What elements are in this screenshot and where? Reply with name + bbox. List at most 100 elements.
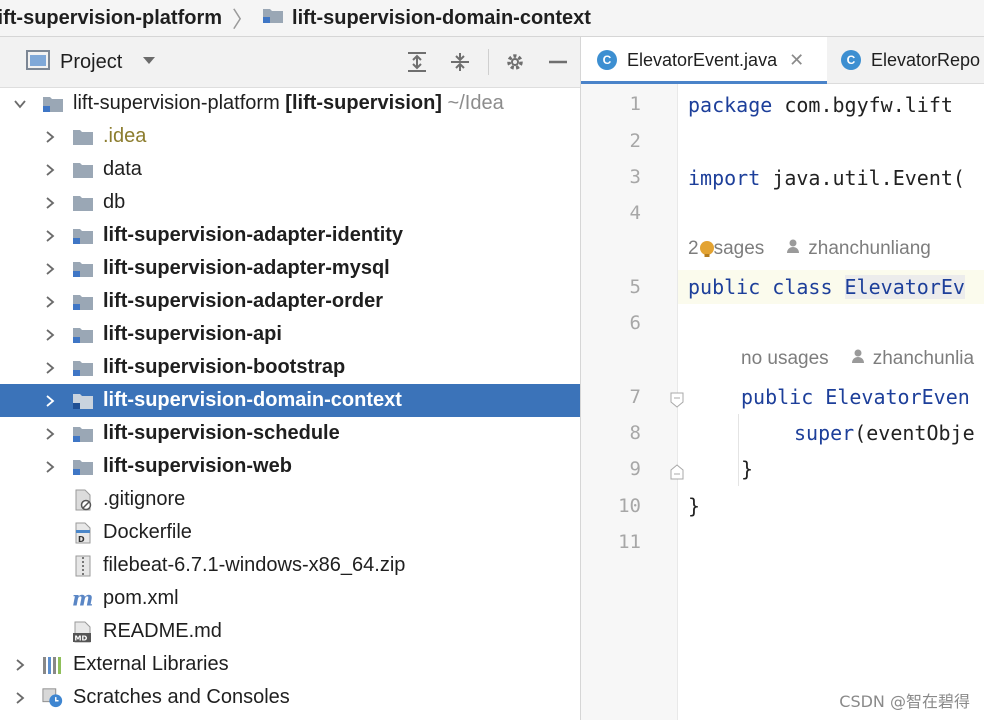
line-number: 7 <box>629 386 641 408</box>
no-usages-inlay[interactable]: no usages zhanchunlia <box>741 344 974 374</box>
chevron-right-icon[interactable] <box>42 129 58 145</box>
line-number: 10 <box>618 495 641 517</box>
tree-item-schedule[interactable]: lift-supervision-schedule <box>0 417 580 450</box>
breadcrumb-project[interactable]: lift-supervision-platform <box>0 7 222 30</box>
code-text: (eventObje <box>854 421 975 445</box>
line-number: 1 <box>629 93 641 115</box>
line-number: 4 <box>629 202 641 224</box>
tree-item-external-libraries[interactable]: External Libraries <box>0 648 580 681</box>
tree-item-label: README.md <box>103 620 222 642</box>
module-folder-icon <box>72 324 94 346</box>
tree-item-label: lift-supervision-adapter-mysql <box>103 257 390 279</box>
author-name: zhanchunlia <box>872 348 975 369</box>
tab-label: ElevatorEvent.java <box>627 49 778 70</box>
close-icon[interactable]: ✕ <box>789 50 804 71</box>
collapse-all-icon[interactable] <box>447 49 473 75</box>
module-folder-icon <box>42 93 64 115</box>
tree-item-label: .idea <box>103 125 147 147</box>
dockerfile-icon: D <box>72 522 94 544</box>
tree-item-label: lift-supervision-schedule <box>103 422 340 444</box>
tree-item-label: Dockerfile <box>103 521 192 543</box>
hide-panel-icon[interactable] <box>545 49 571 75</box>
code-text: com.bgyfw.lift <box>772 93 953 117</box>
project-tool-window: Project lift-supervision-platform [lift-… <box>0 37 581 720</box>
tree-item-idea[interactable]: .idea <box>0 120 580 153</box>
line-number: 11 <box>618 531 641 553</box>
author-name: zhanchunliang <box>808 238 931 259</box>
svg-text:MD: MD <box>75 634 88 642</box>
chevron-right-icon[interactable] <box>42 327 58 343</box>
tree-item-web[interactable]: lift-supervision-web <box>0 450 580 483</box>
module-folder-icon <box>72 291 94 313</box>
gear-icon[interactable] <box>502 49 528 75</box>
chevron-right-icon[interactable] <box>42 459 58 475</box>
chevron-right-icon[interactable] <box>42 294 58 310</box>
chevron-right-icon[interactable] <box>42 426 58 442</box>
code-content[interactable]: package com.bgyfw.lift import java.util.… <box>678 84 984 720</box>
chevron-right-icon[interactable] <box>42 393 58 409</box>
tree-item-zip[interactable]: filebeat-6.7.1-windows-x86_64.zip <box>0 549 580 582</box>
chevron-right-icon[interactable] <box>42 261 58 277</box>
svg-text:D: D <box>78 535 85 544</box>
tree-item-readme[interactable]: MD README.md <box>0 615 580 648</box>
chevron-right-icon[interactable] <box>42 228 58 244</box>
tree-item-label: lift-supervision-web <box>103 455 292 477</box>
module-folder-icon <box>72 423 94 445</box>
tree-item-label: External Libraries <box>73 653 229 675</box>
chevron-right-icon[interactable] <box>12 657 28 673</box>
tab-elevator-repo[interactable]: C ElevatorRepo <box>827 37 984 83</box>
tree-item-data[interactable]: data <box>0 153 580 186</box>
keyword: public <box>688 275 761 299</box>
class-name: ElevatorEv <box>844 275 965 299</box>
tree-item-bootstrap[interactable]: lift-supervision-bootstrap <box>0 351 580 384</box>
tree-item-label: lift-supervision-adapter-order <box>103 290 384 312</box>
tree-item-api[interactable]: lift-supervision-api <box>0 318 580 351</box>
chevron-down-icon[interactable] <box>12 96 28 112</box>
module-folder-icon <box>262 6 284 30</box>
maven-file-icon: m <box>72 588 94 610</box>
code-line-1: package com.bgyfw.lift <box>678 88 984 122</box>
gitignore-file-icon <box>72 489 94 511</box>
keyword: import <box>688 166 761 190</box>
chevron-right-icon[interactable] <box>42 360 58 376</box>
tree-item-adapter-order[interactable]: lift-supervision-adapter-order <box>0 285 580 318</box>
class-name: ElevatorEven <box>813 385 970 409</box>
scratches-icon <box>42 687 64 709</box>
keyword: super <box>794 421 855 445</box>
line-number: 2 <box>629 130 641 152</box>
tree-item-adapter-mysql[interactable]: lift-supervision-adapter-mysql <box>0 252 580 285</box>
tree-item-db[interactable]: db <box>0 186 580 219</box>
tree-item-label: pom.xml <box>103 587 179 609</box>
tree-item-label: .gitignore <box>103 488 186 510</box>
tree-item-label: filebeat-6.7.1-windows-x86_64.zip <box>103 554 406 576</box>
java-class-icon: C <box>841 50 861 70</box>
tree-item-label: lift-supervision-adapter-identity <box>103 224 404 246</box>
code-line-5: public class ElevatorEv <box>678 270 984 304</box>
tree-item-root[interactable]: lift-supervision-platform [lift-supervis… <box>0 87 580 120</box>
tree-item-label: data <box>103 158 142 180</box>
expand-all-icon[interactable] <box>404 49 430 75</box>
chevron-down-icon[interactable] <box>142 53 156 71</box>
tree-item-scratches[interactable]: Scratches and Consoles <box>0 681 580 714</box>
usages-text: no usages <box>741 348 829 369</box>
tree-item-label: lift-supervision-api <box>103 323 282 345</box>
usages-inlay[interactable]: 2 sages zhanchunliang <box>688 234 931 264</box>
line-number: 8 <box>629 422 641 444</box>
tree-item-pom[interactable]: m pom.xml <box>0 582 580 615</box>
breadcrumb-module[interactable]: lift-supervision-domain-context <box>292 7 591 30</box>
tree-item-dockerfile[interactable]: D Dockerfile <box>0 516 580 549</box>
tree-item-domain-context[interactable]: lift-supervision-domain-context <box>0 384 580 417</box>
tab-elevator-event[interactable]: C ElevatorEvent.java ✕ <box>581 37 827 84</box>
line-number: 9 <box>629 458 641 480</box>
code-line-10: } <box>678 489 984 523</box>
module-folder-icon <box>72 258 94 280</box>
chevron-right-icon[interactable] <box>42 162 58 178</box>
markdown-file-icon: MD <box>72 621 94 643</box>
chevron-right-icon[interactable] <box>12 690 28 706</box>
tree-item-gitignore[interactable]: .gitignore <box>0 483 580 516</box>
chevron-right-icon[interactable] <box>42 195 58 211</box>
project-view-selector[interactable]: Project <box>26 49 156 75</box>
project-toolbar: Project <box>0 37 580 88</box>
zip-file-icon <box>72 555 94 577</box>
tree-item-adapter-identity[interactable]: lift-supervision-adapter-identity <box>0 219 580 252</box>
